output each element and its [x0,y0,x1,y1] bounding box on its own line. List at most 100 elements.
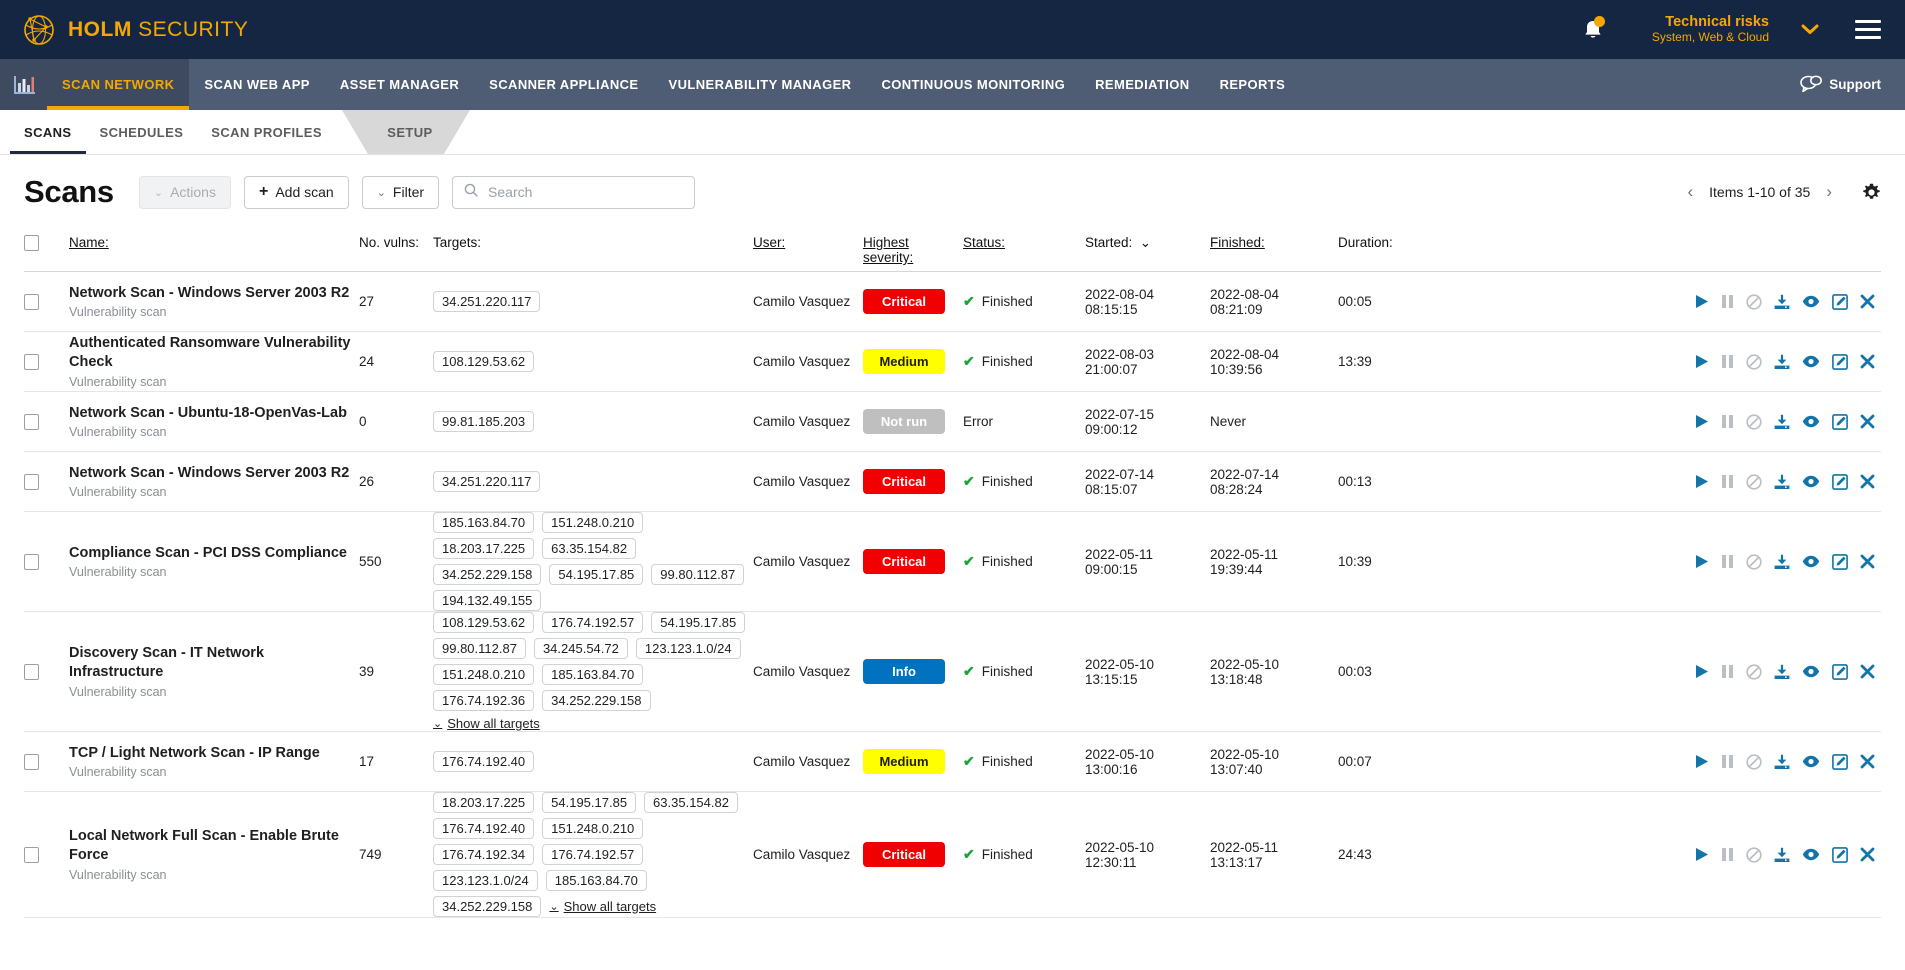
delete-scan-icon[interactable] [1860,414,1875,429]
column-header-started[interactable]: Started: ⌄ [1085,230,1210,251]
download-report-icon[interactable] [1774,354,1790,370]
start-scan-icon[interactable] [1695,664,1709,679]
table-row[interactable]: Network Scan - Windows Server 2003 R2 Vul… [24,272,1881,332]
organization-selector[interactable]: Technical risks System, Web & Cloud [1652,14,1775,44]
nav-item-vulnerability-manager[interactable]: VULNERABILITY MANAGER [654,59,867,110]
chevron-down-icon[interactable] [1775,19,1841,40]
target-pill[interactable]: 34.252.229.158 [542,690,651,711]
add-scan-button[interactable]: + Add scan [243,175,349,209]
edit-scan-icon[interactable] [1832,293,1848,310]
scan-name-link[interactable]: Compliance Scan - PCI DSS Compliance [69,544,353,563]
subnav-item-scan-profiles[interactable]: SCAN PROFILES [197,110,336,154]
view-scan-icon[interactable] [1802,415,1820,428]
view-scan-icon[interactable] [1802,665,1820,678]
target-pill[interactable]: 18.203.17.225 [433,538,535,559]
select-all-checkbox[interactable] [24,235,39,251]
target-pill[interactable]: 18.203.17.225 [433,792,535,813]
edit-scan-icon[interactable] [1832,473,1848,490]
target-pill[interactable]: 99.80.112.87 [651,564,745,585]
delete-scan-icon[interactable] [1860,354,1875,369]
start-scan-icon[interactable] [1695,354,1709,369]
view-scan-icon[interactable] [1802,848,1820,861]
target-pill[interactable]: 54.195.17.85 [549,564,644,585]
target-pill[interactable]: 34.251.220.117 [433,471,541,492]
view-scan-icon[interactable] [1802,295,1820,308]
target-pill[interactable]: 34.252.229.158 [433,896,542,917]
row-checkbox[interactable] [24,663,39,680]
column-header-user[interactable]: User: [753,230,863,250]
row-checkbox[interactable] [24,753,39,770]
scan-name-link[interactable]: Network Scan - Windows Server 2003 R2 [69,464,353,483]
target-pill[interactable]: 151.248.0.210 [542,512,644,533]
bar-chart-icon[interactable] [0,59,47,110]
target-pill[interactable]: 99.81.185.203 [433,411,535,432]
scan-name-link[interactable]: Discovery Scan - IT Network Infrastructu… [69,644,353,682]
nav-item-scan-network[interactable]: SCAN NETWORK [47,59,190,110]
edit-scan-icon[interactable] [1832,663,1848,680]
table-row[interactable]: Authenticated Ransomware Vulnerability C… [24,332,1881,392]
table-row[interactable]: Compliance Scan - PCI DSS Compliance Vuln… [24,512,1881,612]
nav-item-scan-web-app[interactable]: SCAN WEB APP [189,59,324,110]
show-all-targets-link[interactable]: ⌄ Show all targets [549,899,656,914]
target-pill[interactable]: 151.248.0.210 [542,818,644,839]
target-pill[interactable]: 176.74.192.36 [433,690,535,711]
start-scan-icon[interactable] [1695,754,1709,769]
filter-button[interactable]: ⌄ Filter [361,175,440,209]
nav-item-remediation[interactable]: REMEDIATION [1080,59,1204,110]
target-pill[interactable]: 185.163.84.70 [433,512,535,533]
notification-bell-icon[interactable] [1570,10,1616,50]
download-report-icon[interactable] [1774,664,1790,680]
target-pill[interactable]: 176.74.192.34 [433,844,535,865]
row-checkbox[interactable] [24,846,39,863]
table-row[interactable]: TCP / Light Network Scan - IP Range Vulne… [24,732,1881,792]
download-report-icon[interactable] [1774,294,1790,310]
start-scan-icon[interactable] [1695,554,1709,569]
target-pill[interactable]: 123.123.1.0/24 [433,870,538,891]
target-pill[interactable]: 108.129.53.62 [433,612,535,633]
column-header-status[interactable]: Status: [963,230,1085,250]
table-row[interactable]: Network Scan - Ubuntu-18-OpenVas-Lab Vuln… [24,392,1881,452]
scan-name-link[interactable]: Network Scan - Windows Server 2003 R2 [69,284,353,303]
target-pill[interactable]: 108.129.53.62 [433,351,535,372]
nav-item-continuous-monitoring[interactable]: CONTINUOUS MONITORING [866,59,1080,110]
target-pill[interactable]: 194.132.49.155 [433,590,542,611]
edit-scan-icon[interactable] [1832,413,1848,430]
row-checkbox[interactable] [24,553,39,570]
table-row[interactable]: Discovery Scan - IT Network Infrastructu… [24,612,1881,732]
target-pill[interactable]: 34.251.220.117 [433,291,541,312]
start-scan-icon[interactable] [1695,414,1709,429]
view-scan-icon[interactable] [1802,355,1820,368]
scan-name-link[interactable]: TCP / Light Network Scan - IP Range [69,744,353,763]
target-pill[interactable]: 34.252.229.158 [433,564,542,585]
download-report-icon[interactable] [1774,414,1790,430]
row-checkbox[interactable] [24,353,39,370]
target-pill[interactable]: 185.163.84.70 [542,664,644,685]
start-scan-icon[interactable] [1695,847,1709,862]
delete-scan-icon[interactable] [1860,754,1875,769]
target-pill[interactable]: 54.195.17.85 [542,792,637,813]
target-pill[interactable]: 185.163.84.70 [545,870,647,891]
download-report-icon[interactable] [1774,474,1790,490]
column-header-finished[interactable]: Finished: [1210,230,1338,250]
view-scan-icon[interactable] [1802,755,1820,768]
delete-scan-icon[interactable] [1860,847,1875,862]
edit-scan-icon[interactable] [1832,353,1848,370]
download-report-icon[interactable] [1774,754,1790,770]
row-checkbox[interactable] [24,293,39,310]
target-pill[interactable]: 176.74.192.57 [542,844,644,865]
delete-scan-icon[interactable] [1860,474,1875,489]
target-pill[interactable]: 176.74.192.57 [542,612,644,633]
nav-item-scanner-appliance[interactable]: SCANNER APPLIANCE [474,59,653,110]
target-pill[interactable]: 63.35.154.82 [542,538,637,559]
view-scan-icon[interactable] [1802,555,1820,568]
target-pill[interactable]: 176.74.192.40 [433,818,535,839]
target-pill[interactable]: 34.245.54.72 [533,638,628,659]
search-box[interactable] [452,175,696,209]
target-pill[interactable]: 151.248.0.210 [433,664,535,685]
row-checkbox[interactable] [24,473,39,490]
subnav-item-schedules[interactable]: SCHEDULES [86,110,198,154]
table-row[interactable]: Network Scan - Windows Server 2003 R2 Vul… [24,452,1881,512]
nav-item-reports[interactable]: REPORTS [1205,59,1301,110]
view-scan-icon[interactable] [1802,475,1820,488]
brand-logo[interactable]: HOLM SECURITY [0,13,248,47]
